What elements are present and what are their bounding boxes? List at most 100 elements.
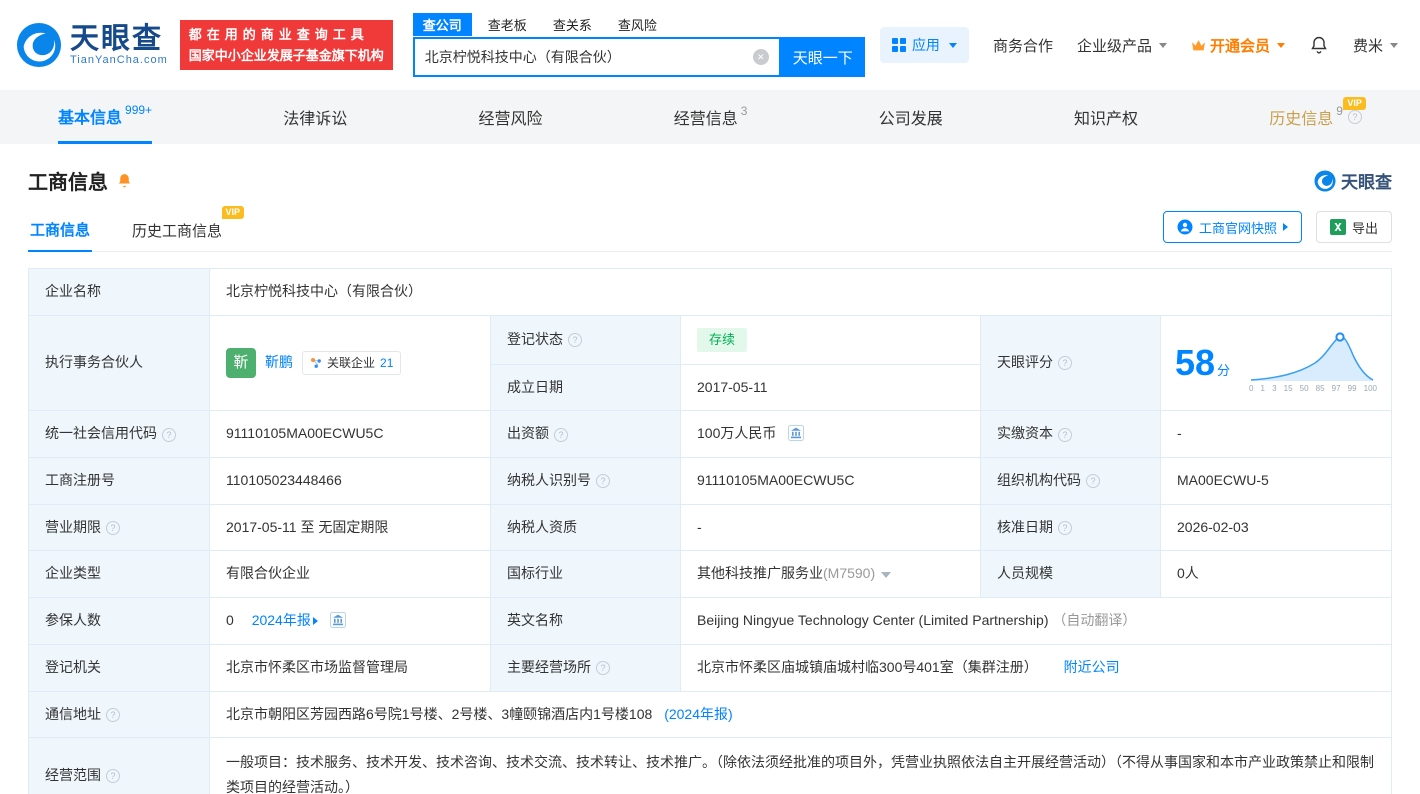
label-mailing-address: 通信地址 <box>29 691 210 738</box>
table-row: 通信地址 北京市朝阳区芳园西路6号院1号楼、2号楼、3幢颐锦酒店内1号楼108 … <box>29 691 1392 738</box>
search-tab-company[interactable]: 查公司 <box>413 13 472 36</box>
vip-tag: VIP <box>222 206 245 219</box>
field-label: 通信地址 <box>45 706 101 722</box>
score-distribution-chart[interactable]: 0 1 3 15 50 85 97 99 100 <box>1249 332 1377 394</box>
top-header: 天眼查 TianYanCha.com 都在用的商业查询工具 国家中小企业发展子基… <box>0 0 1420 90</box>
tab-operation-risk[interactable]: 经营风险 <box>479 90 543 144</box>
menu-label: 企业级产品 <box>1077 35 1152 56</box>
help-icon[interactable] <box>1058 521 1072 535</box>
table-row: 工商注册号 110105023448466 纳税人识别号 91110105MA0… <box>29 458 1392 505</box>
notifications-bell-icon[interactable] <box>1309 35 1329 55</box>
valuation-bank-icon[interactable] <box>788 425 804 441</box>
search-tab-risk[interactable]: 查风险 <box>608 13 667 36</box>
menu-enterprise-products[interactable]: 企业级产品 <box>1077 35 1167 56</box>
help-icon[interactable] <box>106 708 120 722</box>
label-taxpayer-id: 纳税人识别号 <box>491 458 681 505</box>
partner-avatar[interactable]: 靳 <box>226 348 256 378</box>
annual-report-link[interactable]: 2024年报 <box>252 610 318 632</box>
help-icon[interactable] <box>162 428 176 442</box>
label-business-premises: 主要经营场所 <box>491 644 681 691</box>
search-area: 查公司 查老板 查关系 查风险 天眼一下 <box>413 13 865 77</box>
value-approval-date: 2026-02-03 <box>1161 504 1392 551</box>
score-number: 58分 <box>1175 335 1230 391</box>
field-label: 企业类型 <box>45 565 101 581</box>
label-business-scope: 经营范围 <box>29 738 210 794</box>
field-label: 经营范围 <box>45 767 101 783</box>
related-companies-badge[interactable]: 关联企业 21 <box>302 351 401 376</box>
label-industry: 国标行业 <box>491 551 681 598</box>
field-label: 纳税人资质 <box>507 519 577 535</box>
valuation-bank-icon[interactable] <box>330 612 346 628</box>
primary-nav: 基本信息 999+ 法律诉讼 经营风险 经营信息 3 公司发展 知识产权 历史信… <box>0 90 1420 144</box>
tab-intellectual-property[interactable]: 知识产权 <box>1074 90 1138 144</box>
promo-banner: 都在用的商业查询工具 国家中小企业发展子基金旗下机构 <box>180 20 393 70</box>
tab-label: 法律诉讼 <box>283 105 347 129</box>
partner-name-link[interactable]: 靳鹏 <box>265 352 293 374</box>
button-label: 工商官网快照 <box>1199 218 1277 237</box>
help-icon[interactable] <box>568 333 582 347</box>
help-icon[interactable] <box>1058 356 1072 370</box>
value-paid-capital: - <box>1161 411 1392 458</box>
field-label: 英文名称 <box>507 612 563 628</box>
value-executive-partner: 靳 靳鹏 关联企业 21 <box>210 315 491 411</box>
value-english-name: Beijing Ningyue Technology Center (Limit… <box>681 598 1392 645</box>
help-icon[interactable] <box>106 769 120 783</box>
field-label: 核准日期 <box>997 519 1053 535</box>
field-label: 国标行业 <box>507 565 563 581</box>
menu-open-vip[interactable]: 开通会员 <box>1191 35 1285 56</box>
related-count: 21 <box>380 354 393 373</box>
field-label: 企业名称 <box>45 283 101 299</box>
user-menu[interactable]: 费米 <box>1353 35 1398 56</box>
help-icon[interactable] <box>1086 474 1100 488</box>
subtab-business-info[interactable]: 工商信息 <box>28 209 92 252</box>
label-registration-authority: 登记机关 <box>29 644 210 691</box>
search-tab-relation[interactable]: 查关系 <box>543 13 602 36</box>
value-insured-count: 0 2024年报 <box>210 598 491 645</box>
help-icon[interactable] <box>554 428 568 442</box>
value-company-type: 有限合伙企业 <box>210 551 491 598</box>
help-icon[interactable] <box>1058 428 1072 442</box>
search-button[interactable]: 天眼一下 <box>781 37 865 77</box>
tianyancha-logo[interactable]: 天眼查 TianYanCha.com <box>16 22 168 68</box>
value-business-premises: 北京市怀柔区庙城镇庙城村临300号401室（集群注册） 附近公司 <box>681 644 1392 691</box>
value-credit-code: 91110105MA00ECWU5C <box>210 411 491 458</box>
help-icon[interactable] <box>1348 110 1362 124</box>
nearby-companies-link[interactable]: 附近公司 <box>1064 659 1120 675</box>
tab-history-info[interactable]: 历史信息 9 VIP <box>1269 90 1362 144</box>
clear-search-icon[interactable] <box>753 49 769 65</box>
help-icon[interactable] <box>596 661 610 675</box>
arrow-right-icon <box>313 617 318 625</box>
tab-label: 基本信息 <box>58 104 122 128</box>
annual-report-link[interactable]: (2024年报) <box>664 706 732 722</box>
tab-badge: 999+ <box>125 103 152 117</box>
tab-company-development[interactable]: 公司发展 <box>879 90 943 144</box>
field-label: 成立日期 <box>507 379 563 395</box>
search-tab-boss[interactable]: 查老板 <box>478 13 537 36</box>
tab-legal-proceedings[interactable]: 法律诉讼 <box>283 90 347 144</box>
field-label: 主要经营场所 <box>507 659 591 675</box>
apps-menu[interactable]: 应用 <box>880 27 969 63</box>
menu-business-cooperation[interactable]: 商务合作 <box>993 35 1053 56</box>
export-button[interactable]: 导出 <box>1316 211 1392 243</box>
label-english-name: 英文名称 <box>491 598 681 645</box>
chevron-down-icon[interactable] <box>881 572 891 578</box>
promo-line2: 国家中小企业发展子基金旗下机构 <box>189 45 384 66</box>
search-input[interactable] <box>425 49 753 65</box>
tab-business-info[interactable]: 经营信息 3 <box>674 90 748 144</box>
tab-basic-info[interactable]: 基本信息 999+ <box>58 90 152 144</box>
crown-icon <box>1191 39 1206 52</box>
help-icon[interactable] <box>106 521 120 535</box>
chevron-down-icon <box>949 43 957 48</box>
subscribe-bell-icon[interactable] <box>116 172 133 189</box>
help-icon[interactable] <box>596 474 610 488</box>
table-row: 经营范围 一般项目：技术服务、技术开发、技术咨询、技术交流、技术转让、技术推广。… <box>29 738 1392 794</box>
value-capital: 100万人民币 <box>681 411 981 458</box>
label-company-type: 企业类型 <box>29 551 210 598</box>
chevron-down-icon <box>1159 43 1167 48</box>
tab-label: 公司发展 <box>879 105 943 129</box>
field-label: 登记状态 <box>507 331 563 347</box>
badge-person-icon <box>1177 219 1193 235</box>
official-snapshot-button[interactable]: 工商官网快照 <box>1163 211 1302 243</box>
subtab-history-business-info[interactable]: 历史工商信息 VIP <box>130 210 224 251</box>
label-credit-code: 统一社会信用代码 <box>29 411 210 458</box>
